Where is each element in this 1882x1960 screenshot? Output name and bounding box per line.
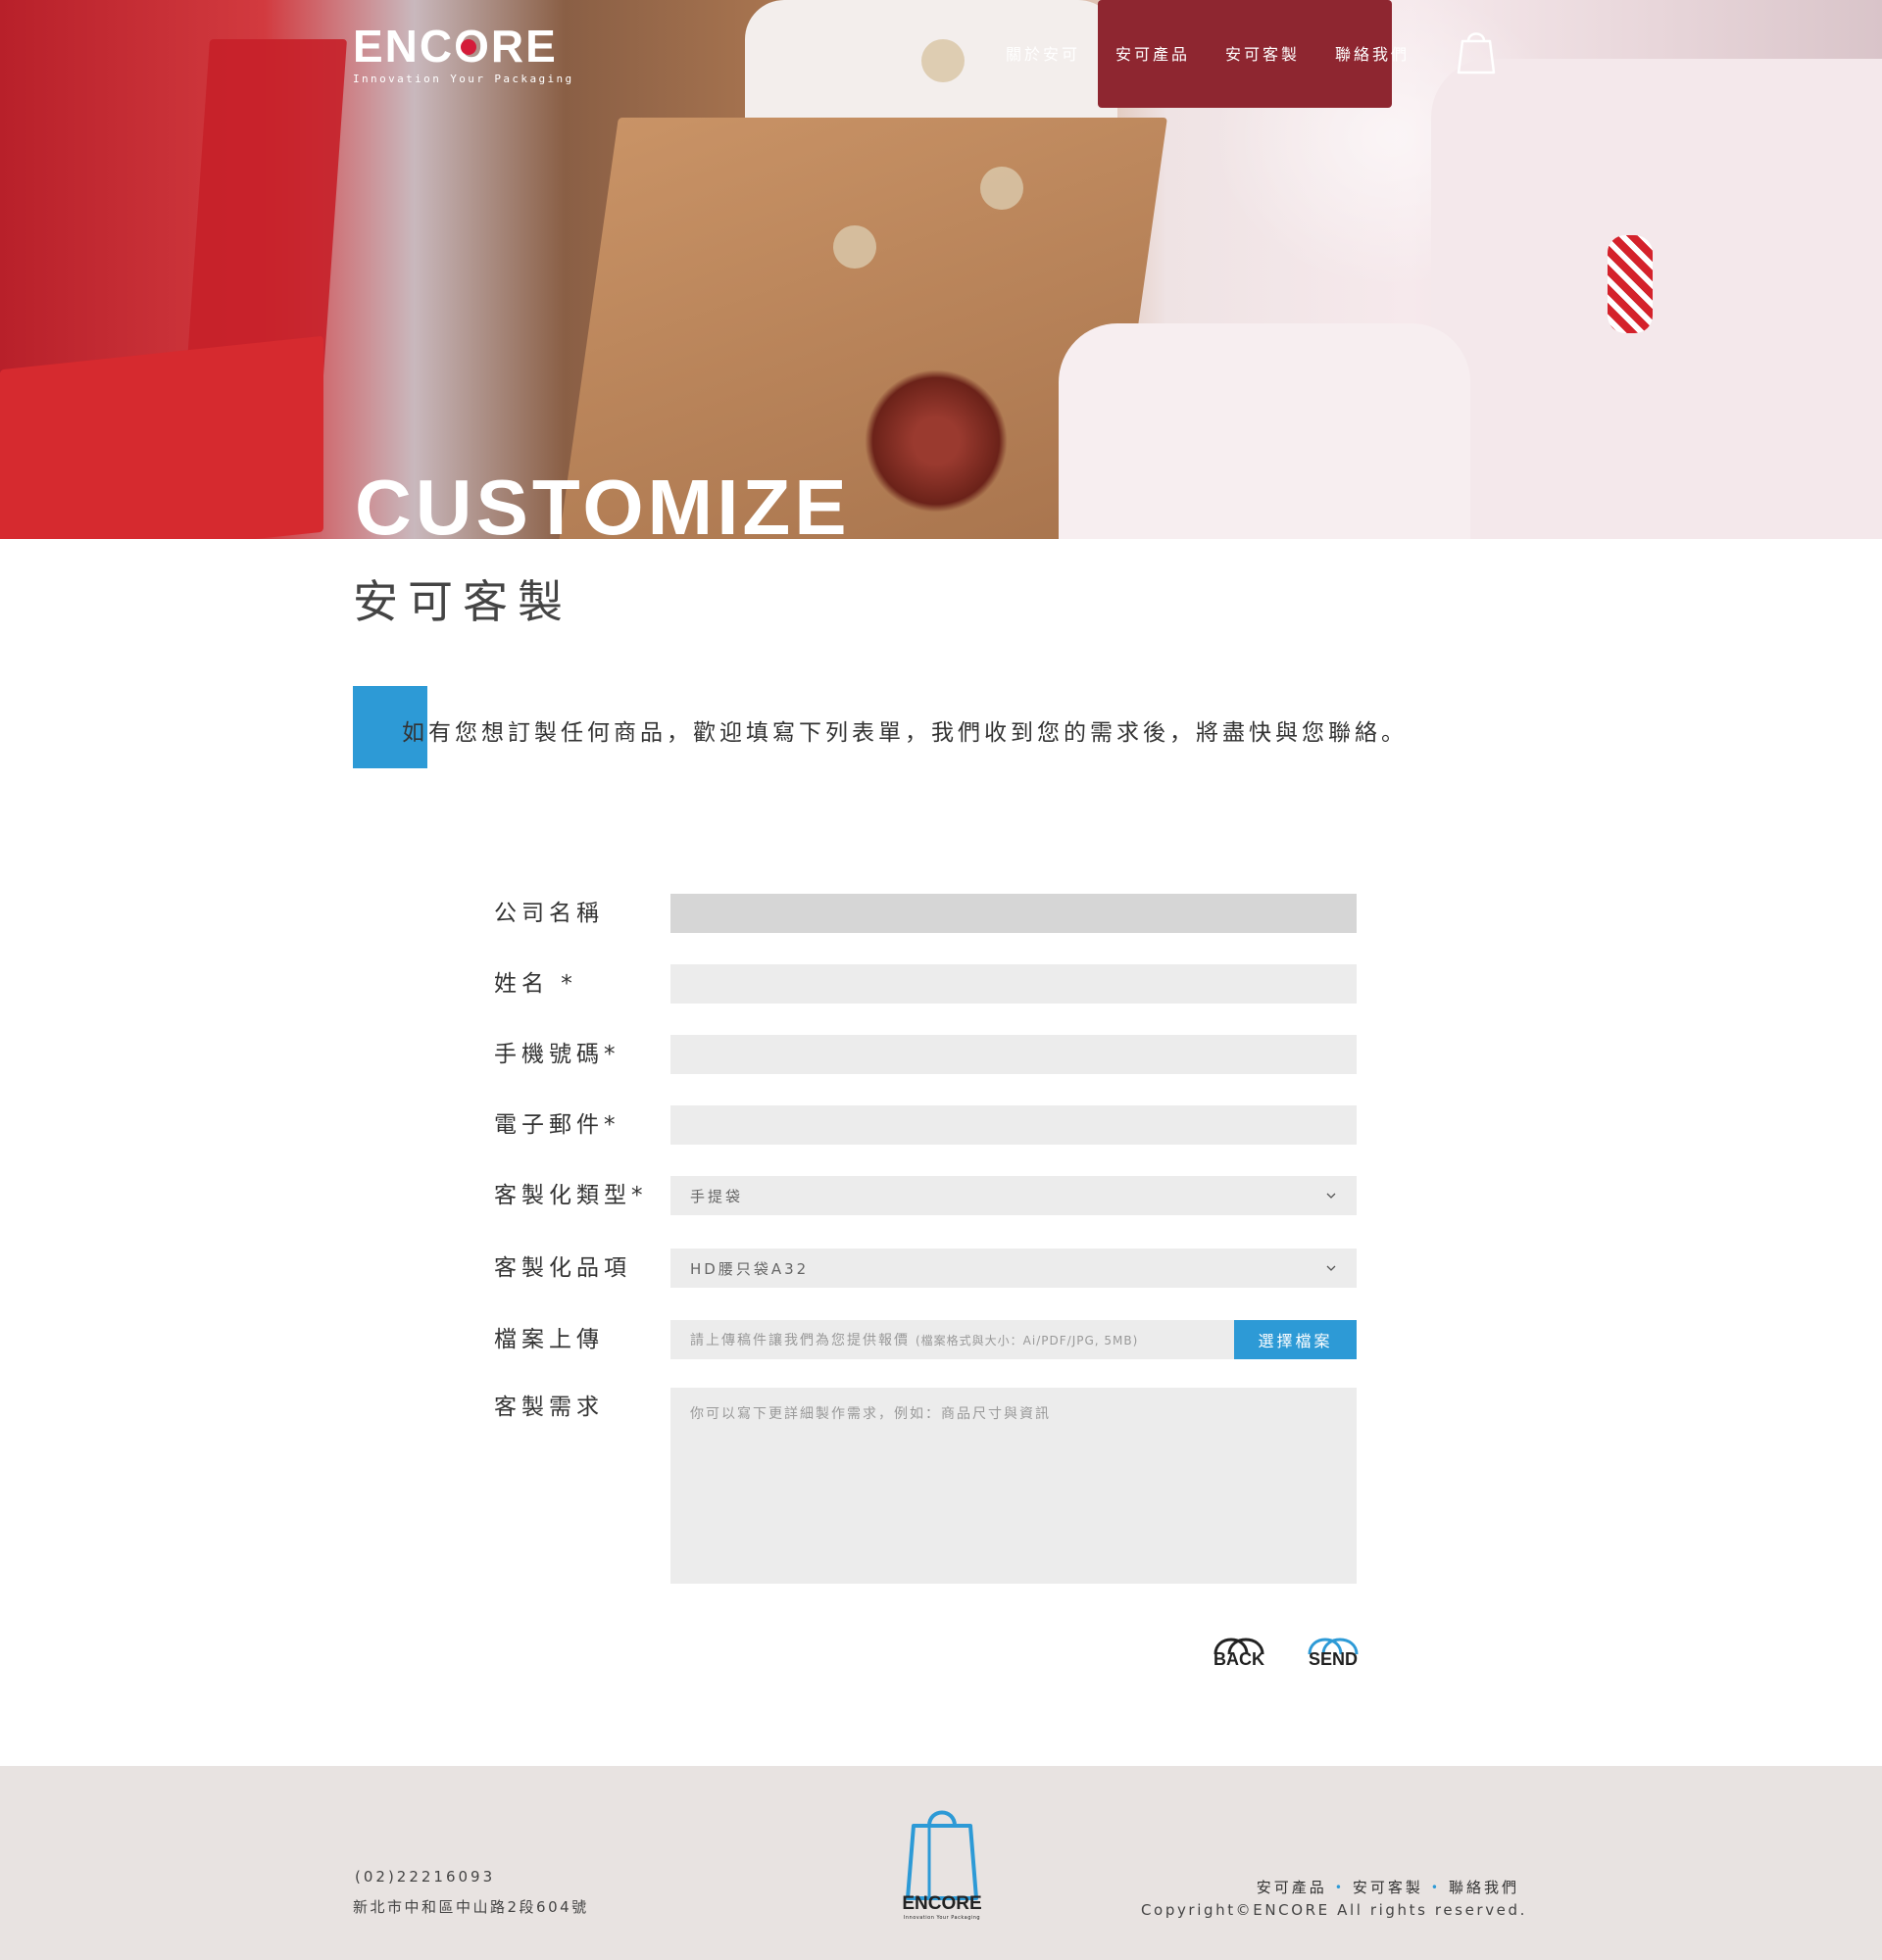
item-label: 客製化品項 (494, 1255, 631, 1281)
form-row-request: 客製需求 你可以寫下更詳細製作需求，例如：商品尺寸與資訊 (494, 1388, 1357, 1584)
type-label: 客製化類型* (494, 1183, 648, 1208)
form-row-type: 客製化類型* 手提袋 (494, 1176, 1357, 1215)
file-format-note: (檔案格式與大小：Ai/PDF/JPG, 5MB) (916, 1333, 1139, 1348)
logo-text: ENCORE (353, 21, 558, 72)
request-textarea[interactable]: 你可以寫下更詳細製作需求，例如：商品尺寸與資訊 (670, 1388, 1357, 1584)
type-select-value: 手提袋 (690, 1187, 744, 1205)
hero-title-clip: CUSTOMIZE (0, 0, 1882, 540)
choose-file-button[interactable]: 選擇檔案 (1234, 1320, 1357, 1359)
nav-contact[interactable]: 聯絡我們 (1335, 41, 1410, 65)
footer-logo-tagline: Innovation Your Packaging (903, 1915, 981, 1921)
footer-address: 新北市中和區中山路2段604號 (353, 1898, 589, 1916)
footer-copyright: Copyright©ENCORE All rights reserved. (1140, 1901, 1527, 1919)
shopping-bag-icon[interactable] (1457, 27, 1496, 76)
form-row-phone: 手機號碼* (494, 1035, 1357, 1074)
company-label: 公司名稱 (494, 901, 604, 926)
logo-dot (461, 39, 476, 55)
main-nav: 關於安可 安可產品 安可客製 聯絡我們 (1006, 41, 1410, 65)
file-label: 檔案上傳 (494, 1327, 604, 1352)
footer-separator: • (1334, 1880, 1345, 1894)
back-button[interactable]: BACK (1210, 1631, 1268, 1670)
file-upload: 請上傳稿件讓我們為您提供報價 (檔案格式與大小：Ai/PDF/JPG, 5MB)… (670, 1320, 1357, 1359)
nav-products[interactable]: 安可產品 (1115, 41, 1190, 65)
file-placeholder: 請上傳稿件讓我們為您提供報價 (690, 1333, 910, 1348)
logo-tagline: Innovation Your Packaging (353, 73, 574, 85)
site-logo[interactable]: ENCORE Innovation Your Packaging (353, 24, 574, 85)
file-hint[interactable]: 請上傳稿件讓我們為您提供報價 (檔案格式與大小：Ai/PDF/JPG, 5MB) (670, 1320, 1234, 1359)
chevron-down-icon (1326, 1265, 1336, 1271)
phone-label: 手機號碼* (494, 1042, 620, 1067)
nav-about[interactable]: 關於安可 (1006, 41, 1080, 65)
intro-text: 如有您想訂製任何商品，歡迎填寫下列表單，我們收到您的需求後，將盡快與您聯絡。 (402, 720, 1408, 746)
footer-links: 安可產品 • 安可客製 • 聯絡我們 (1257, 1877, 1519, 1897)
back-label: BACK (1213, 1649, 1264, 1669)
form-row-name: 姓名 * (494, 964, 1357, 1004)
footer: (02)22216093 新北市中和區中山路2段604號 ENCORE Inno… (0, 1766, 1882, 1960)
hero-title: CUSTOMIZE (355, 464, 851, 540)
footer-link-customize[interactable]: 安可客製 (1353, 1877, 1423, 1897)
footer-link-contact[interactable]: 聯絡我們 (1449, 1877, 1519, 1897)
form-row-email: 電子郵件* (494, 1105, 1357, 1145)
footer-phone: (02)22216093 (355, 1868, 496, 1886)
send-label: SEND (1308, 1649, 1358, 1669)
email-label: 電子郵件* (494, 1112, 620, 1138)
chevron-down-icon (1326, 1193, 1336, 1199)
form-row-file: 檔案上傳 請上傳稿件讓我們為您提供報價 (檔案格式與大小：Ai/PDF/JPG,… (494, 1320, 1357, 1359)
footer-separator: • (1430, 1880, 1441, 1894)
form-row-company: 公司名稱 (494, 894, 1357, 933)
page-subtitle: 安可客製 (353, 575, 572, 628)
type-select[interactable]: 手提袋 (670, 1176, 1357, 1215)
footer-logo-text: ENCORE (902, 1893, 982, 1914)
footer-link-products[interactable]: 安可產品 (1257, 1877, 1327, 1897)
item-select-value: HD腰只袋A32 (690, 1259, 810, 1278)
form-row-item: 客製化品項 HD腰只袋A32 (494, 1249, 1357, 1288)
name-input[interactable] (670, 964, 1357, 1004)
company-input[interactable] (670, 894, 1357, 933)
email-input[interactable] (670, 1105, 1357, 1145)
request-label: 客製需求 (494, 1395, 604, 1420)
name-label: 姓名 * (494, 971, 577, 997)
phone-input[interactable] (670, 1035, 1357, 1074)
send-button[interactable]: SEND (1304, 1631, 1362, 1670)
item-select[interactable]: HD腰只袋A32 (670, 1249, 1357, 1288)
nav-customize[interactable]: 安可客製 (1225, 41, 1300, 65)
